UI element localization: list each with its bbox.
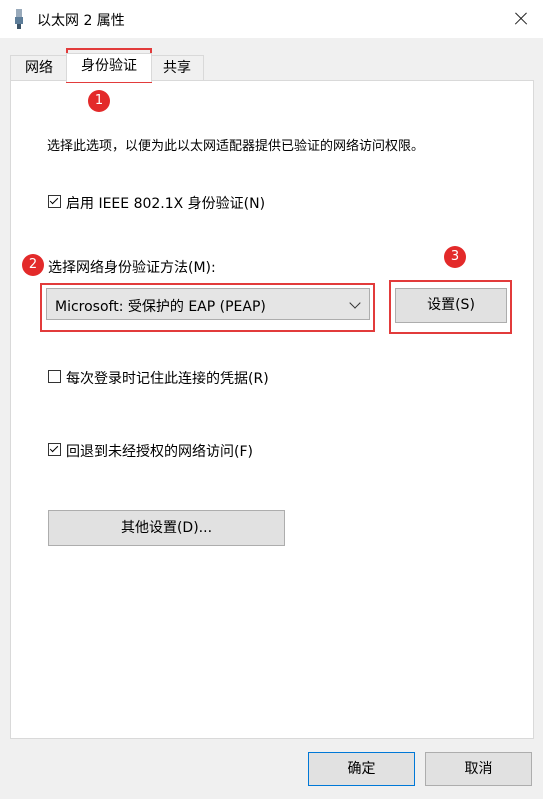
title-bar: 以太网 2 属性 (0, 0, 543, 38)
remember-credentials-checkbox[interactable] (48, 370, 61, 383)
annotation-badge-2: 2 (22, 254, 44, 276)
tab-sharing[interactable]: 共享 (150, 55, 204, 80)
remember-credentials-label[interactable]: 每次登录时记住此连接的凭据(R) (66, 368, 269, 388)
tab-panel (10, 80, 534, 739)
annotation-box-settings (389, 280, 512, 334)
window-title: 以太网 2 属性 (37, 13, 125, 29)
annotation-badge-3: 3 (444, 246, 466, 268)
close-button[interactable] (509, 8, 533, 30)
fallback-label[interactable]: 回退到未经授权的网络访问(F) (66, 441, 253, 461)
annotation-badge-1: 1 (88, 90, 110, 112)
fallback-checkbox[interactable] (48, 443, 61, 456)
other-settings-button[interactable]: 其他设置(D)... (48, 510, 285, 546)
enable-8021x-label[interactable]: 启用 IEEE 802.1X 身份验证(N) (66, 193, 265, 213)
tab-network[interactable]: 网络 (10, 55, 68, 80)
annotation-box-method (40, 283, 375, 332)
ok-button[interactable]: 确定 (308, 752, 415, 786)
network-adapter-icon (15, 9, 23, 29)
tab-authentication[interactable]: 身份验证 (66, 53, 152, 82)
auth-method-label: 选择网络身份验证方法(M): (48, 260, 216, 276)
cancel-button[interactable]: 取消 (425, 752, 532, 786)
description-text: 选择此选项，以便为此以太网适配器提供已验证的网络访问权限。 (47, 139, 425, 154)
enable-8021x-checkbox[interactable] (48, 195, 61, 208)
